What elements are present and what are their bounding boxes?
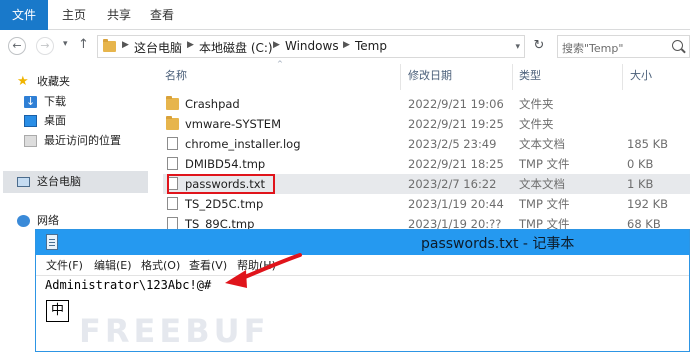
file-row[interactable]: chrome_installer.log 2023/2/5 23:49 文本文档… bbox=[163, 134, 690, 154]
nav-label: 桌面 bbox=[44, 114, 66, 127]
file-row[interactable]: TS_2D5C.tmp 2023/1/19 20:44 TMP 文件 192 K… bbox=[163, 194, 690, 214]
file-type: 文本文档 bbox=[519, 177, 565, 191]
menu-view[interactable]: 查看(V) bbox=[189, 257, 227, 273]
recent-places-icon bbox=[24, 135, 37, 147]
file-row[interactable]: vmware-SYSTEM 2022/9/21 19:25 文件夹 bbox=[163, 114, 690, 134]
file-type: 文本文档 bbox=[519, 137, 565, 151]
chevron-right-icon[interactable]: ▶ bbox=[122, 40, 129, 50]
nav-label: 收藏夹 bbox=[37, 75, 70, 88]
nav-label: 下载 bbox=[44, 95, 66, 108]
file-size: 0 KB bbox=[627, 157, 654, 171]
file-date: 2023/2/7 16:22 bbox=[408, 177, 497, 191]
file-name: vmware-SYSTEM bbox=[185, 117, 281, 131]
watermark: FREEBUF bbox=[79, 312, 270, 350]
nav-label: 最近访问的位置 bbox=[44, 134, 121, 147]
menu-format[interactable]: 格式(O) bbox=[141, 257, 180, 273]
notepad-menu-bar: 文件(F) 编辑(E) 格式(O) 查看(V) 帮助(H) bbox=[36, 255, 689, 275]
breadcrumb-windows[interactable]: Windows bbox=[285, 39, 339, 53]
tab-view[interactable]: 查看 bbox=[150, 0, 174, 30]
notepad-content: Administrator\123Abc!@# bbox=[45, 278, 212, 292]
chevron-right-icon[interactable]: ▶ bbox=[343, 40, 350, 50]
network-icon bbox=[17, 215, 30, 227]
desktop-icon bbox=[24, 115, 37, 127]
column-header-name[interactable]: 名称 bbox=[165, 65, 187, 87]
file-name: DMIBD54.tmp bbox=[185, 157, 266, 171]
file-icon bbox=[167, 157, 178, 170]
file-name: chrome_installer.log bbox=[185, 137, 301, 151]
file-type: 文件夹 bbox=[519, 117, 554, 131]
notepad-title-bar[interactable]: passwords.txt - 记事本 bbox=[36, 230, 689, 255]
notepad-icon[interactable] bbox=[46, 234, 58, 250]
nav-label: 这台电脑 bbox=[37, 175, 81, 188]
recent-locations-dropdown-icon[interactable]: ▾ bbox=[63, 39, 68, 49]
breadcrumb-local-disk[interactable]: 本地磁盘 (C:) bbox=[199, 39, 273, 56]
file-icon bbox=[167, 197, 178, 210]
tab-file[interactable]: 文件 bbox=[0, 0, 48, 30]
file-type: TMP 文件 bbox=[519, 157, 570, 171]
text-file-icon bbox=[167, 137, 178, 150]
red-highlight-box bbox=[167, 174, 275, 194]
back-button[interactable]: ← bbox=[8, 37, 26, 55]
breadcrumb-this-pc[interactable]: 这台电脑 bbox=[134, 39, 182, 56]
file-size: 192 KB bbox=[627, 197, 669, 211]
up-arrow-icon[interactable]: ↑ bbox=[78, 37, 89, 52]
file-name: TS_2D5C.tmp bbox=[185, 197, 264, 211]
column-header-type[interactable]: 类型 bbox=[519, 65, 541, 87]
column-divider[interactable] bbox=[622, 64, 623, 90]
download-icon bbox=[24, 93, 37, 111]
forward-button[interactable]: → bbox=[36, 37, 54, 55]
search-icon[interactable] bbox=[672, 40, 683, 51]
search-input[interactable]: 搜索"Temp" bbox=[557, 35, 690, 58]
file-type: TMP 文件 bbox=[519, 197, 570, 211]
file-date: 2022/9/21 19:06 bbox=[408, 97, 504, 111]
file-date: 2022/9/21 18:25 bbox=[408, 157, 504, 171]
ribbon: 文件 主页 共享 查看 bbox=[0, 0, 690, 30]
chevron-down-icon[interactable]: ▾ bbox=[515, 42, 520, 52]
search-placeholder: 搜索"Temp" bbox=[562, 42, 624, 55]
file-type: 文件夹 bbox=[519, 97, 554, 111]
file-size: 185 KB bbox=[627, 137, 669, 151]
breadcrumb-temp[interactable]: Temp bbox=[355, 39, 387, 53]
chevron-right-icon[interactable]: ▶ bbox=[187, 40, 194, 50]
address-row: ← → ▾ ↑ ▶ 这台电脑 ▶ 本地磁盘 (C:) ▶ Windows ▶ T… bbox=[0, 31, 690, 61]
sort-ascending-icon: ^ bbox=[277, 60, 283, 68]
column-divider[interactable] bbox=[400, 64, 401, 90]
tab-share[interactable]: 共享 bbox=[107, 0, 131, 30]
file-row[interactable]: Crashpad 2022/9/21 19:06 文件夹 bbox=[163, 94, 690, 114]
file-name: Crashpad bbox=[185, 97, 240, 111]
notepad-title: passwords.txt - 记事本 bbox=[421, 236, 575, 252]
computer-icon bbox=[17, 177, 30, 187]
folder-icon bbox=[103, 39, 116, 52]
refresh-icon[interactable]: ↻ bbox=[529, 35, 549, 58]
folder-icon bbox=[166, 116, 179, 130]
address-bar[interactable]: ▶ 这台电脑 ▶ 本地磁盘 (C:) ▶ Windows ▶ Temp ▾ bbox=[97, 35, 525, 58]
column-header-size[interactable]: 大小 bbox=[630, 65, 652, 87]
menu-help[interactable]: 帮助(H) bbox=[237, 257, 276, 273]
ime-mode-indicator[interactable]: 中 bbox=[46, 300, 69, 322]
file-date: 2022/9/21 19:25 bbox=[408, 117, 504, 131]
file-date: 2023/2/5 23:49 bbox=[408, 137, 497, 151]
file-size: 1 KB bbox=[627, 177, 654, 191]
column-divider[interactable] bbox=[512, 64, 513, 90]
nav-label: 网络 bbox=[37, 214, 59, 227]
file-date: 2023/1/19 20:44 bbox=[408, 197, 504, 211]
tab-home[interactable]: 主页 bbox=[62, 0, 86, 30]
column-header-date[interactable]: 修改日期 bbox=[408, 65, 452, 87]
chevron-right-icon[interactable]: ▶ bbox=[273, 40, 280, 50]
file-row[interactable]: DMIBD54.tmp 2022/9/21 18:25 TMP 文件 0 KB bbox=[163, 154, 690, 174]
menu-edit[interactable]: 编辑(E) bbox=[94, 257, 132, 273]
star-icon: ★ bbox=[17, 74, 29, 89]
folder-icon bbox=[166, 96, 179, 110]
menu-file[interactable]: 文件(F) bbox=[46, 257, 83, 273]
